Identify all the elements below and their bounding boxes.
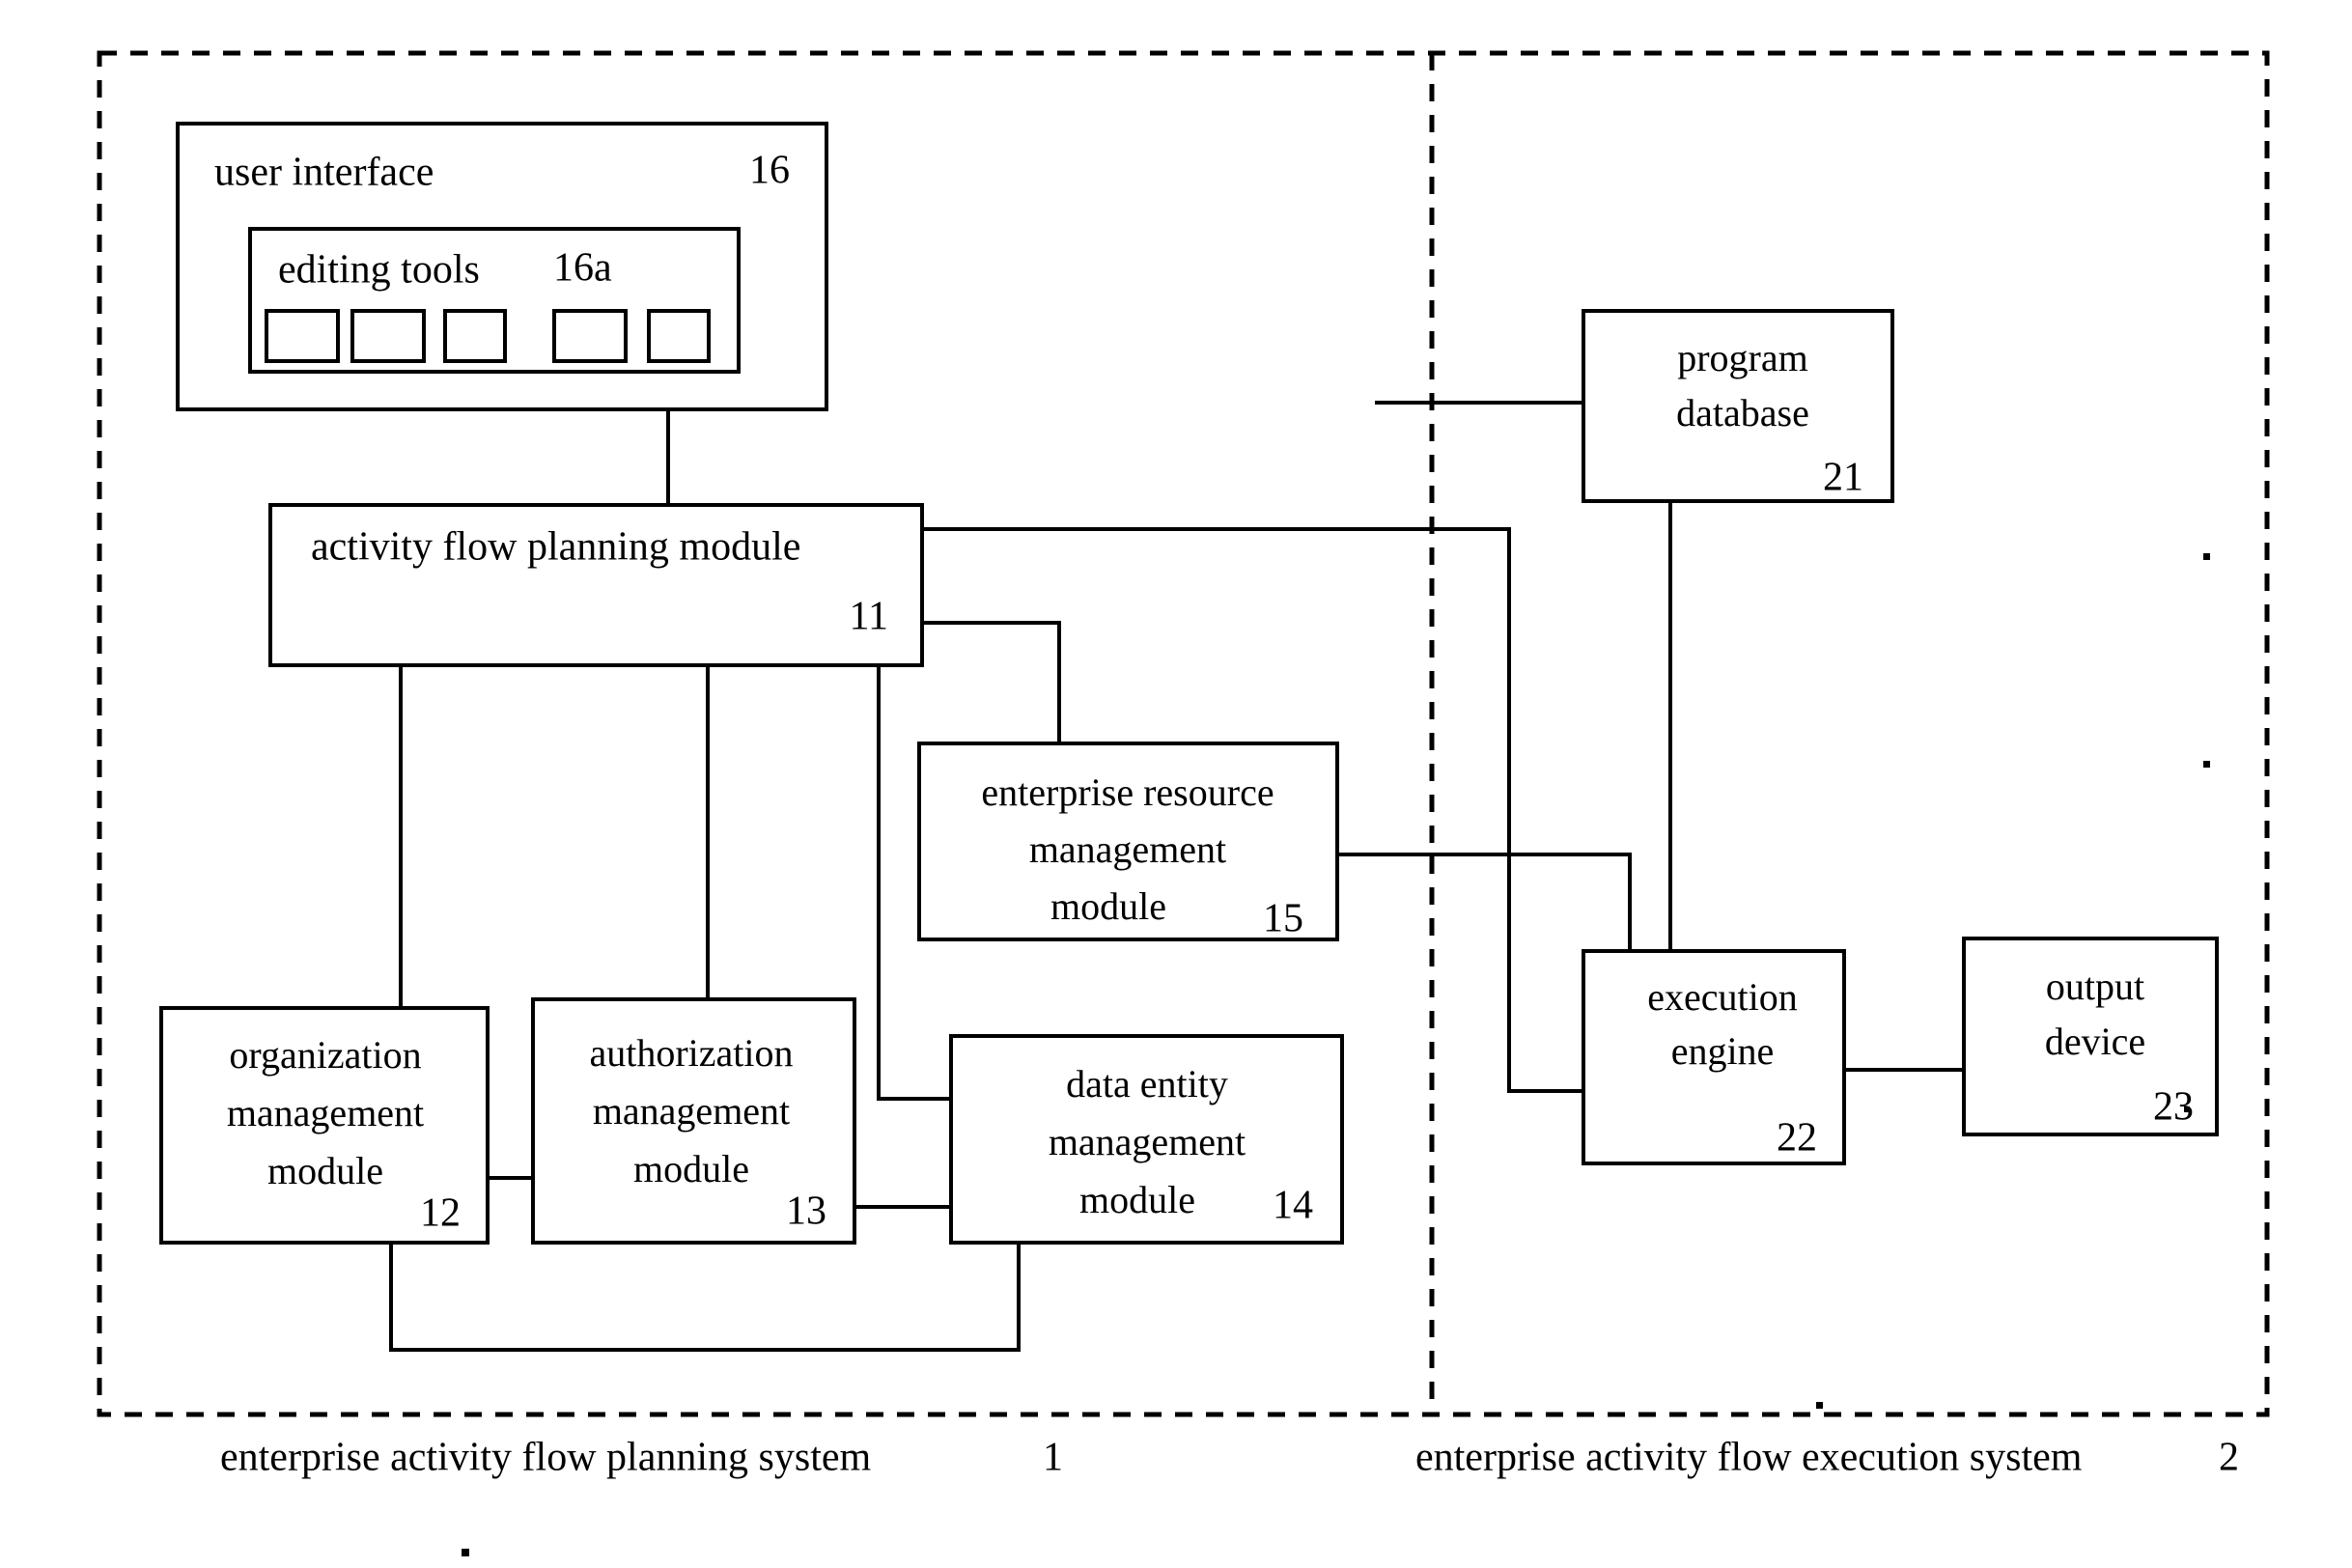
editing-tools-label: editing tools [278,248,480,293]
box-organization-management-module[interactable]: organization management module 12 [159,1006,490,1245]
activity-flow-planning-module-ref: 11 [850,595,888,639]
organization-management-module-line2: management [227,1091,424,1134]
box-program-database[interactable]: program database 21 [1582,309,1894,503]
data-entity-management-module-line1: data entity [1066,1062,1228,1106]
scan-speck-right-lower [2203,761,2210,768]
execution-engine-line2: engine [1671,1029,1775,1073]
editing-tool-button-2[interactable] [350,309,426,363]
authorization-management-module-line3: module [633,1147,749,1190]
box-activity-flow-planning-module[interactable]: activity flow planning module 11 [268,503,924,667]
program-database-line1: program [1677,336,1808,379]
scan-speck-output [2184,1106,2190,1112]
authorization-management-module-line1: authorization [589,1031,793,1075]
data-entity-management-module-line3: module [1079,1178,1195,1221]
box-execution-engine[interactable]: execution engine 22 [1582,949,1846,1165]
enterprise-resource-management-module-ref: 15 [1263,897,1303,941]
connector-organization-to-data-entity-bottom-loop [389,1243,1021,1352]
editing-tool-button-5[interactable] [647,309,711,363]
data-entity-management-module-line2: management [1049,1120,1246,1163]
box-user-interface[interactable]: user interface 16 editing tools 16a [176,122,828,411]
editing-tool-button-4[interactable] [552,309,628,363]
editing-tools-ref: 16a [553,246,612,291]
user-interface-ref: 16 [749,149,790,193]
box-data-entity-management-module[interactable]: data entity management module 14 [949,1034,1344,1245]
box-authorization-management-module[interactable]: authorization management module 13 [531,997,856,1245]
organization-management-module-line3: module [267,1149,383,1192]
box-enterprise-resource-management-module[interactable]: enterprise resource management module 15 [917,742,1339,941]
connector-planning-module-to-resource-module [922,621,1061,743]
output-device-line1: output [2046,965,2144,1008]
execution-engine-ref: 22 [1777,1116,1817,1161]
figure-root: user interface 16 editing tools 16a acti… [0,0,2352,1568]
scan-speck-bottom [1816,1402,1823,1409]
editing-tool-button-1[interactable] [265,309,340,363]
organization-management-module-line1: organization [229,1033,421,1077]
data-entity-management-module-ref: 14 [1273,1184,1313,1228]
authorization-management-module-ref: 13 [786,1190,826,1234]
box-editing-tools[interactable]: editing tools 16a [248,227,741,374]
scan-speck-right [2203,553,2210,560]
scan-speck-bottom-left [462,1549,469,1556]
organization-management-module-ref: 12 [420,1191,461,1236]
box-output-device[interactable]: output device 23 [1962,937,2219,1136]
execution-engine-line1: execution [1647,975,1798,1019]
connector-resource-module-to-execution-engine [1337,853,1632,951]
program-database-ref: 21 [1823,456,1863,500]
enterprise-resource-management-module-line3: module [1050,884,1166,928]
user-interface-label: user interface [214,151,434,195]
block-diagram: user interface 16 editing tools 16a acti… [97,50,2270,1556]
caption-planning-system: enterprise activity flow planning system… [220,1436,1063,1480]
enterprise-resource-management-module-line2: management [1029,827,1226,871]
program-database-line2: database [1676,391,1809,434]
planning-system-caption-ref: 1 [1043,1436,1063,1480]
planning-system-caption-label: enterprise activity flow planning system [220,1436,872,1480]
execution-system-caption-label: enterprise activity flow execution syste… [1415,1436,2083,1480]
caption-execution-system: enterprise activity flow execution syste… [1415,1436,2239,1480]
editing-tool-button-3[interactable] [443,309,507,363]
enterprise-resource-management-module-line1: enterprise resource [981,770,1274,814]
execution-system-caption-ref: 2 [2219,1436,2239,1480]
output-device-line2: device [2045,1020,2145,1063]
authorization-management-module-line2: management [593,1089,790,1133]
activity-flow-planning-module-label: activity flow planning module [311,525,800,570]
